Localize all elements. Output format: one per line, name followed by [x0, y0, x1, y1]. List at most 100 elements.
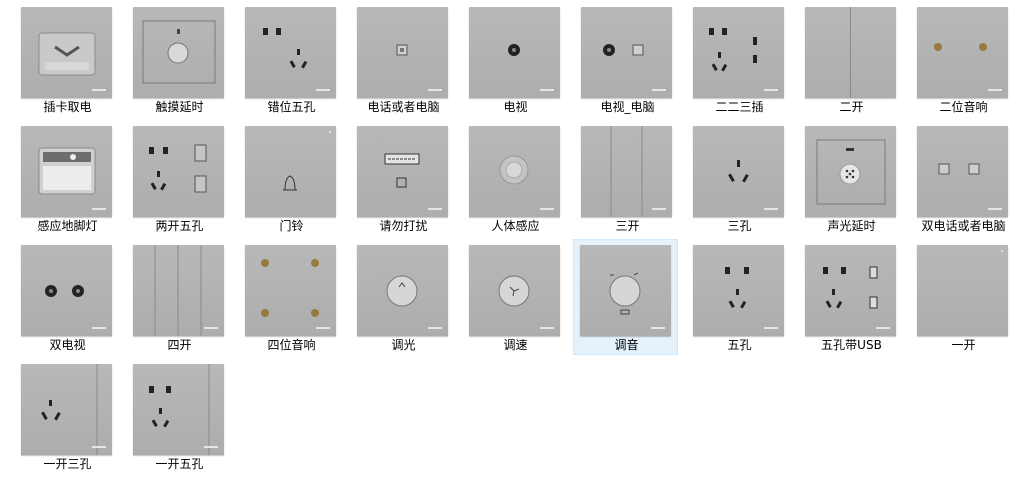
file-item[interactable]: 错位五孔: [239, 1, 344, 117]
file-name: 感应地脚灯: [37, 219, 98, 233]
one-switch-five-hole-thumbnail: [133, 364, 224, 455]
file-item[interactable]: 双电视: [15, 239, 120, 355]
file-item[interactable]: 插卡取电: [15, 1, 120, 117]
file-name: 双电视: [49, 338, 86, 352]
staggered-five-hole-socket-thumbnail: [245, 7, 336, 98]
file-name: 电视_电脑: [600, 100, 655, 114]
phone-or-computer-socket-thumbnail: [357, 7, 448, 98]
file-name: 三开: [615, 219, 640, 233]
tv-port-icon: [508, 44, 520, 56]
socket-icon: [263, 28, 308, 69]
three-hole-socket-thumbnail: [693, 126, 784, 217]
file-name: 声光延时: [827, 219, 876, 233]
switch-divider-icon: [850, 7, 851, 98]
file-item[interactable]: 双电话或者电脑: [911, 120, 1016, 236]
knob-icon: [386, 275, 418, 307]
file-name: 请勿打扰: [379, 219, 428, 233]
double-phone-computer-socket-thumbnail: [917, 126, 1008, 217]
file-item[interactable]: 调音: [573, 239, 678, 355]
volume-control-switch-thumbnail: [580, 245, 671, 336]
network-port-icon: [938, 163, 980, 175]
file-name: 错位五孔: [267, 100, 316, 114]
card-power-switch-thumbnail: [21, 7, 112, 98]
socket-icon: [725, 267, 749, 309]
usb-socket-icon: [823, 266, 878, 309]
file-name: 二位音响: [939, 100, 988, 114]
socket-icon: [149, 144, 207, 193]
five-hole-socket-thumbnail: [693, 245, 784, 336]
file-item[interactable]: 调速: [463, 239, 568, 355]
one-gang-switch-thumbnail: [917, 245, 1008, 336]
knob-icon: [498, 275, 530, 307]
two-two-three-socket-thumbnail: [693, 7, 784, 98]
file-name: 二二三插: [715, 100, 764, 114]
socket-icon: [149, 364, 210, 455]
two-speaker-socket-thumbnail: [917, 7, 1008, 98]
tv-and-network-port-icon: [603, 44, 644, 56]
file-item[interactable]: 五孔带USB: [799, 239, 904, 355]
doorbell-switch-thumbnail: [245, 126, 336, 217]
touch-delay-switch-thumbnail: [133, 7, 224, 98]
file-item[interactable]: 一开: [911, 239, 1016, 355]
file-name: 电视: [503, 100, 528, 114]
file-name: 双电话或者电脑: [921, 219, 1006, 233]
file-item[interactable]: 电视: [463, 1, 568, 117]
bell-icon: [283, 175, 297, 191]
file-item[interactable]: 请勿打扰: [351, 120, 456, 236]
file-item[interactable]: 二开: [799, 1, 904, 117]
file-item[interactable]: 三开: [575, 120, 680, 236]
four-speaker-socket-thumbnail: [245, 245, 336, 336]
file-name: 插卡取电: [43, 100, 92, 114]
file-name: 五孔: [727, 338, 752, 352]
footlight-icon: [38, 147, 96, 195]
file-name: 二开: [839, 100, 864, 114]
tv-computer-socket-thumbnail: [581, 7, 672, 98]
file-grid: 插卡取电 触摸延时 错位五孔 电话或者电脑 电视 电视_电脑 二二三插 二开 二…: [0, 0, 1024, 497]
file-item[interactable]: 三孔: [687, 120, 792, 236]
file-name: 五孔带USB: [821, 338, 882, 352]
file-item[interactable]: 声光延时: [799, 120, 904, 236]
file-item[interactable]: 四开: [127, 239, 232, 355]
file-name: 调光: [391, 338, 416, 352]
multi-socket-icon: [709, 28, 757, 72]
speaker-terminal-icon: [261, 259, 319, 317]
file-item[interactable]: 二二三插: [687, 1, 792, 117]
file-item[interactable]: 二位音响: [911, 1, 1016, 117]
file-item[interactable]: 感应地脚灯: [15, 120, 120, 236]
motion-sensor-icon: [499, 155, 529, 185]
tv-socket-thumbnail: [469, 7, 560, 98]
file-name: 触摸延时: [155, 100, 204, 114]
knob-icon: [609, 272, 641, 315]
tv-port-icon: [45, 285, 84, 297]
two-switch-five-hole-thumbnail: [133, 126, 224, 217]
one-switch-three-hole-thumbnail: [21, 364, 112, 455]
double-tv-socket-thumbnail: [21, 245, 112, 336]
speed-control-switch-thumbnail: [469, 245, 560, 336]
file-item[interactable]: 一开三孔: [15, 358, 120, 474]
socket-icon: [41, 364, 98, 455]
file-item[interactable]: 电话或者电脑: [351, 1, 456, 117]
dimmer-switch-thumbnail: [357, 245, 448, 336]
file-item[interactable]: 触摸延时: [127, 1, 232, 117]
file-name: 四位音响: [267, 338, 316, 352]
touch-button-icon: [142, 20, 216, 84]
file-item[interactable]: 调光: [351, 239, 456, 355]
card-slot-icon: [38, 32, 96, 76]
file-name: 三孔: [727, 219, 752, 233]
file-item[interactable]: 一开五孔: [127, 358, 232, 474]
file-name: 调音: [614, 338, 639, 352]
do-not-disturb-switch-thumbnail: [357, 126, 448, 217]
file-name: 两开五孔: [155, 219, 204, 233]
file-item[interactable]: 四位音响: [239, 239, 344, 355]
file-item[interactable]: 门铃: [239, 120, 344, 236]
two-gang-switch-thumbnail: [805, 7, 896, 98]
microphone-grille-icon: [816, 139, 886, 205]
file-item[interactable]: 五孔: [687, 239, 792, 355]
file-name: 四开: [167, 338, 192, 352]
file-item[interactable]: 人体感应: [463, 120, 568, 236]
file-item[interactable]: 两开五孔: [127, 120, 232, 236]
switch-divider-icon: [610, 126, 643, 217]
file-name: 一开五孔: [155, 457, 204, 471]
file-item[interactable]: 电视_电脑: [575, 1, 680, 117]
file-name: 门铃: [279, 219, 304, 233]
